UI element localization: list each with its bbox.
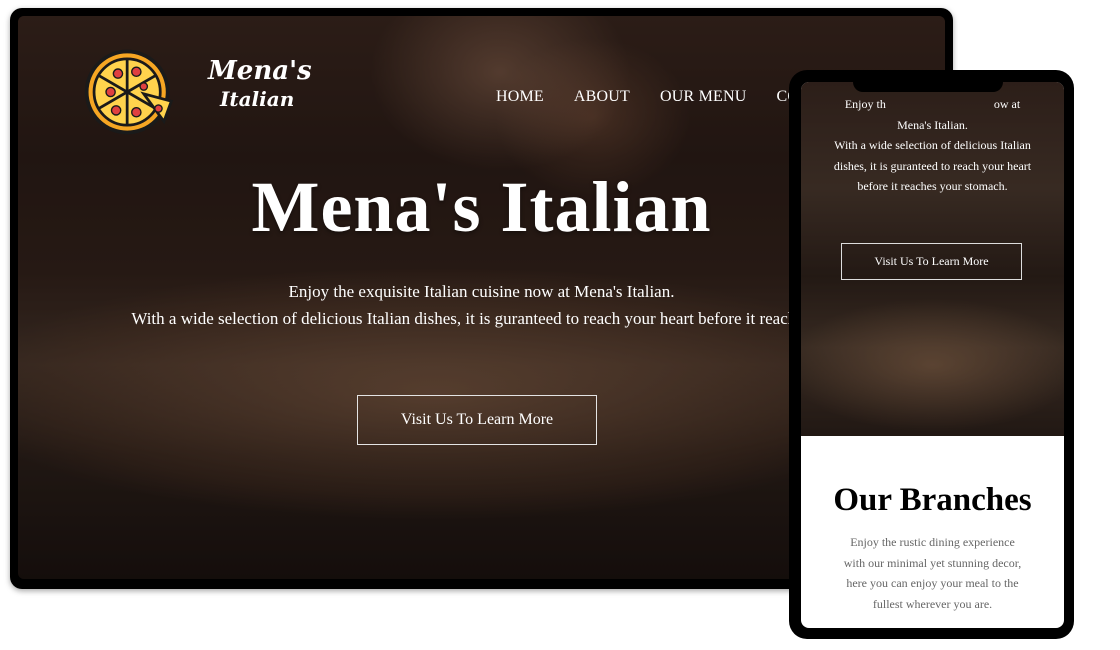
branches-line: with our minimal yet stunning decor, — [843, 555, 1022, 570]
mobile-hero-line: Mena's Italian. — [897, 117, 968, 132]
branches-line: Enjoy the rustic dining experience — [850, 535, 1015, 549]
main-nav: HOME ABOUT OUR MENU CO — [496, 88, 799, 106]
visit-us-button[interactable]: Visit Us To Learn More — [357, 395, 597, 445]
mobile-hero-line: dishes, it is guranteed to reach your he… — [833, 158, 1032, 173]
logo-line-1: Mena's — [208, 56, 312, 86]
logo-text[interactable]: Mena's Italian — [208, 56, 312, 111]
logo-line-2: Italian — [220, 87, 295, 112]
mobile-mockup: Enjoy th ow at Mena's Italian. With a wi… — [789, 70, 1074, 639]
mobile-hero-line: before it reaches your stomach. — [857, 179, 1008, 193]
mobile-hero-text: Enjoy th ow at Mena's Italian. With a wi… — [815, 94, 1050, 197]
mobile-visit-us-button[interactable]: Visit Us To Learn More — [841, 243, 1022, 280]
nav-our-menu-link[interactable]: OUR MENU — [660, 88, 747, 106]
mobile-hero-line: With a wide selection of delicious Itali… — [834, 138, 1031, 152]
mobile-screen: Enjoy th ow at Mena's Italian. With a wi… — [801, 82, 1064, 628]
mobile-hero-line: Enjoy th ow at — [844, 97, 1021, 111]
branches-line: here you can enjoy your meal to the — [846, 576, 1019, 590]
nav-home-link[interactable]: HOME — [496, 88, 544, 106]
phone-notch — [853, 70, 1003, 92]
branches-description: Enjoy the rustic dining experience with … — [821, 532, 1044, 614]
branches-title: Our Branches — [833, 482, 1032, 518]
mobile-hero: Enjoy th ow at Mena's Italian. With a wi… — [801, 82, 1064, 436]
nav-about-link[interactable]: ABOUT — [574, 88, 630, 106]
pizza-icon[interactable] — [83, 46, 175, 138]
branches-line: fullest wherever you are. — [872, 596, 993, 611]
